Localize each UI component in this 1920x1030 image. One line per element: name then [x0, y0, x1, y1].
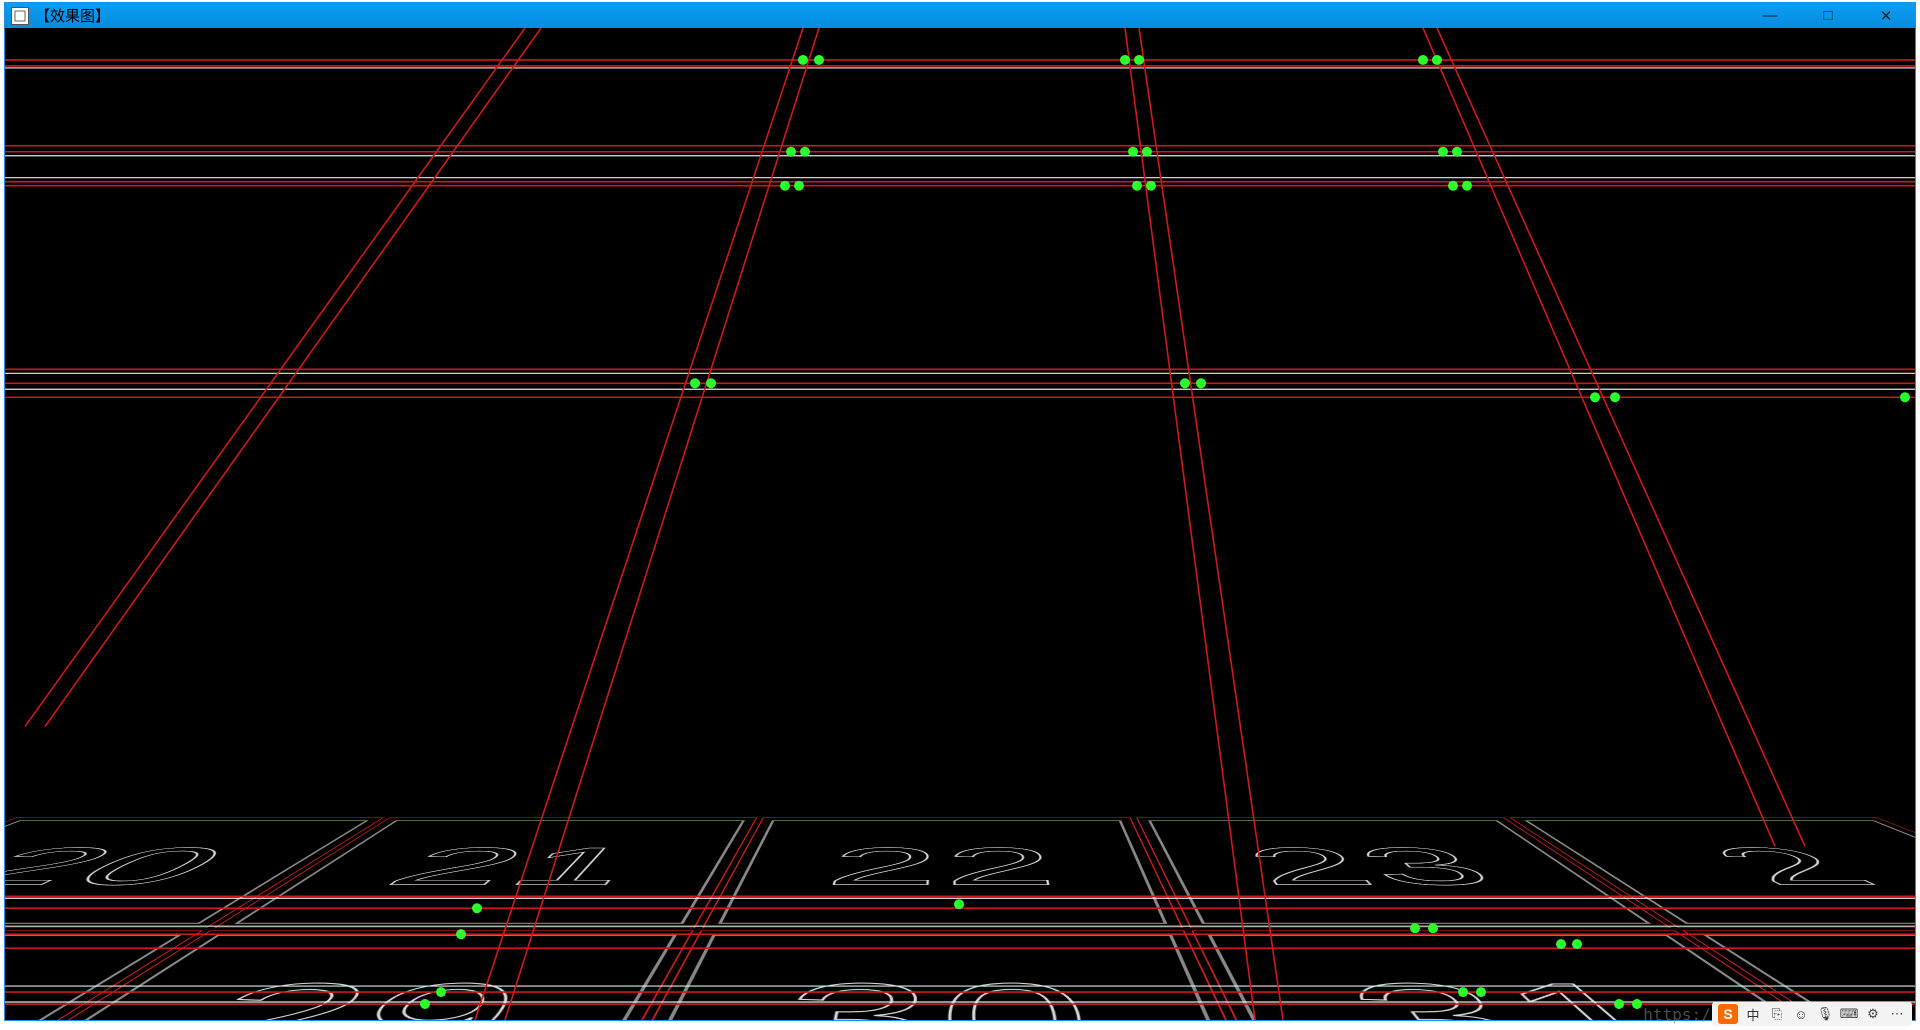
image-viewport[interactable]: 20212223228293031337373839	[5, 28, 1915, 1020]
maximize-button[interactable]: □	[1799, 3, 1857, 28]
minimize-button[interactable]: —	[1741, 3, 1799, 28]
app-window: 【效果图】 — □ ✕ 20212223228293031337373839	[4, 2, 1916, 1021]
grid-cell: 22	[718, 820, 1167, 924]
tray-emoji-icon[interactable]: ☺	[1792, 1005, 1810, 1023]
tray-tool-icon[interactable]: ⎘	[1768, 1005, 1786, 1023]
ime-badge-icon[interactable]: S	[1718, 1004, 1738, 1024]
grid-cell: 30	[610, 935, 1260, 1020]
number-grid: 20212223228293031337373839	[5, 820, 1915, 1020]
app-icon	[11, 7, 29, 25]
tray-more-icon[interactable]: ⋯	[1888, 1005, 1906, 1023]
perspective-scene: 20212223228293031337373839	[5, 820, 1915, 1020]
minimize-icon: —	[1763, 7, 1778, 24]
ime-language[interactable]: 中	[1744, 1005, 1762, 1023]
maximize-icon: □	[1823, 7, 1832, 24]
tray-keyboard-icon[interactable]: ⌨	[1840, 1005, 1858, 1023]
titlebar[interactable]: 【效果图】 — □ ✕	[5, 3, 1915, 28]
cell-number: 22	[722, 821, 1163, 923]
tray-mic-icon[interactable]: 🎙	[1816, 1005, 1834, 1023]
cell-number: 30	[616, 936, 1254, 1020]
close-icon: ✕	[1880, 7, 1893, 25]
tray-settings-icon[interactable]: ⚙	[1864, 1005, 1882, 1023]
close-button[interactable]: ✕	[1857, 3, 1915, 28]
system-tray[interactable]: S 中 ⎘ ☺ 🎙 ⌨ ⚙ ⋯	[1712, 1002, 1912, 1026]
window-title: 【效果图】	[35, 5, 110, 26]
